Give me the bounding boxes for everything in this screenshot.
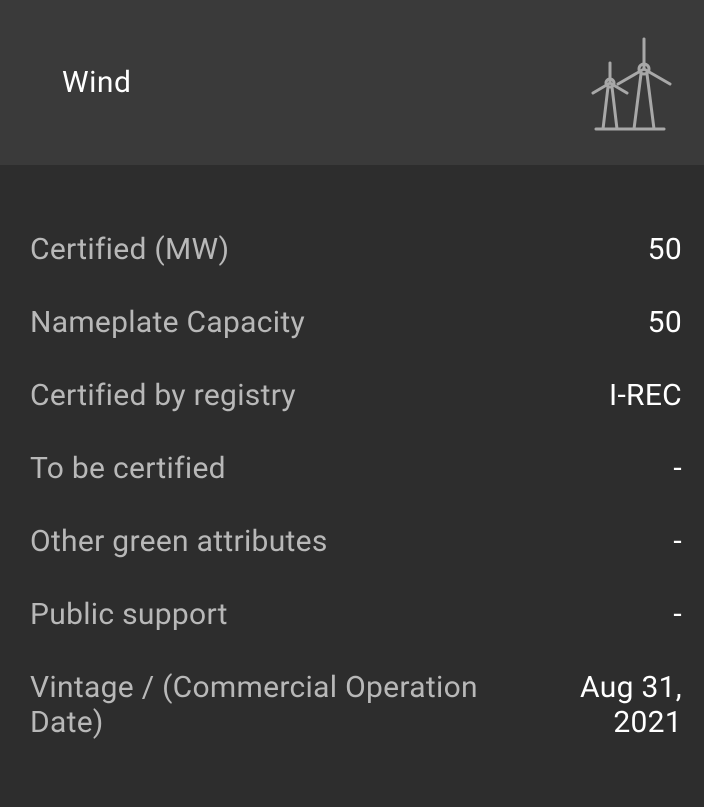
detail-row: Other green attributes - (30, 505, 682, 578)
detail-value: 50 (648, 305, 682, 340)
detail-value: 50 (648, 232, 682, 267)
detail-label: Certified (MW) (30, 232, 229, 267)
detail-row: Public support - (30, 578, 682, 651)
detail-value: - (673, 597, 682, 632)
header: Wind (0, 0, 704, 165)
detail-row: Certified (MW) 50 (30, 213, 682, 286)
detail-row: Nameplate Capacity 50 (30, 286, 682, 359)
detail-label: Vintage / (Commercial Operation Date) (30, 670, 518, 740)
wind-turbine-icon (582, 33, 682, 133)
detail-value: - (673, 524, 682, 559)
detail-value: I-REC (609, 378, 682, 413)
detail-label: Certified by registry (30, 378, 296, 413)
details-list: Certified (MW) 50 Nameplate Capacity 50 … (0, 165, 704, 807)
detail-label: Nameplate Capacity (30, 305, 305, 340)
detail-value: Aug 31, 2021 (518, 670, 682, 740)
energy-type-title: Wind (62, 65, 131, 100)
detail-row: Vintage / (Commercial Operation Date) Au… (30, 651, 682, 759)
detail-row: Certified by registry I-REC (30, 359, 682, 432)
detail-row: To be certified - (30, 432, 682, 505)
detail-label: To be certified (30, 451, 226, 486)
detail-value: - (673, 451, 682, 486)
detail-label: Public support (30, 597, 228, 632)
detail-label: Other green attributes (30, 524, 328, 559)
